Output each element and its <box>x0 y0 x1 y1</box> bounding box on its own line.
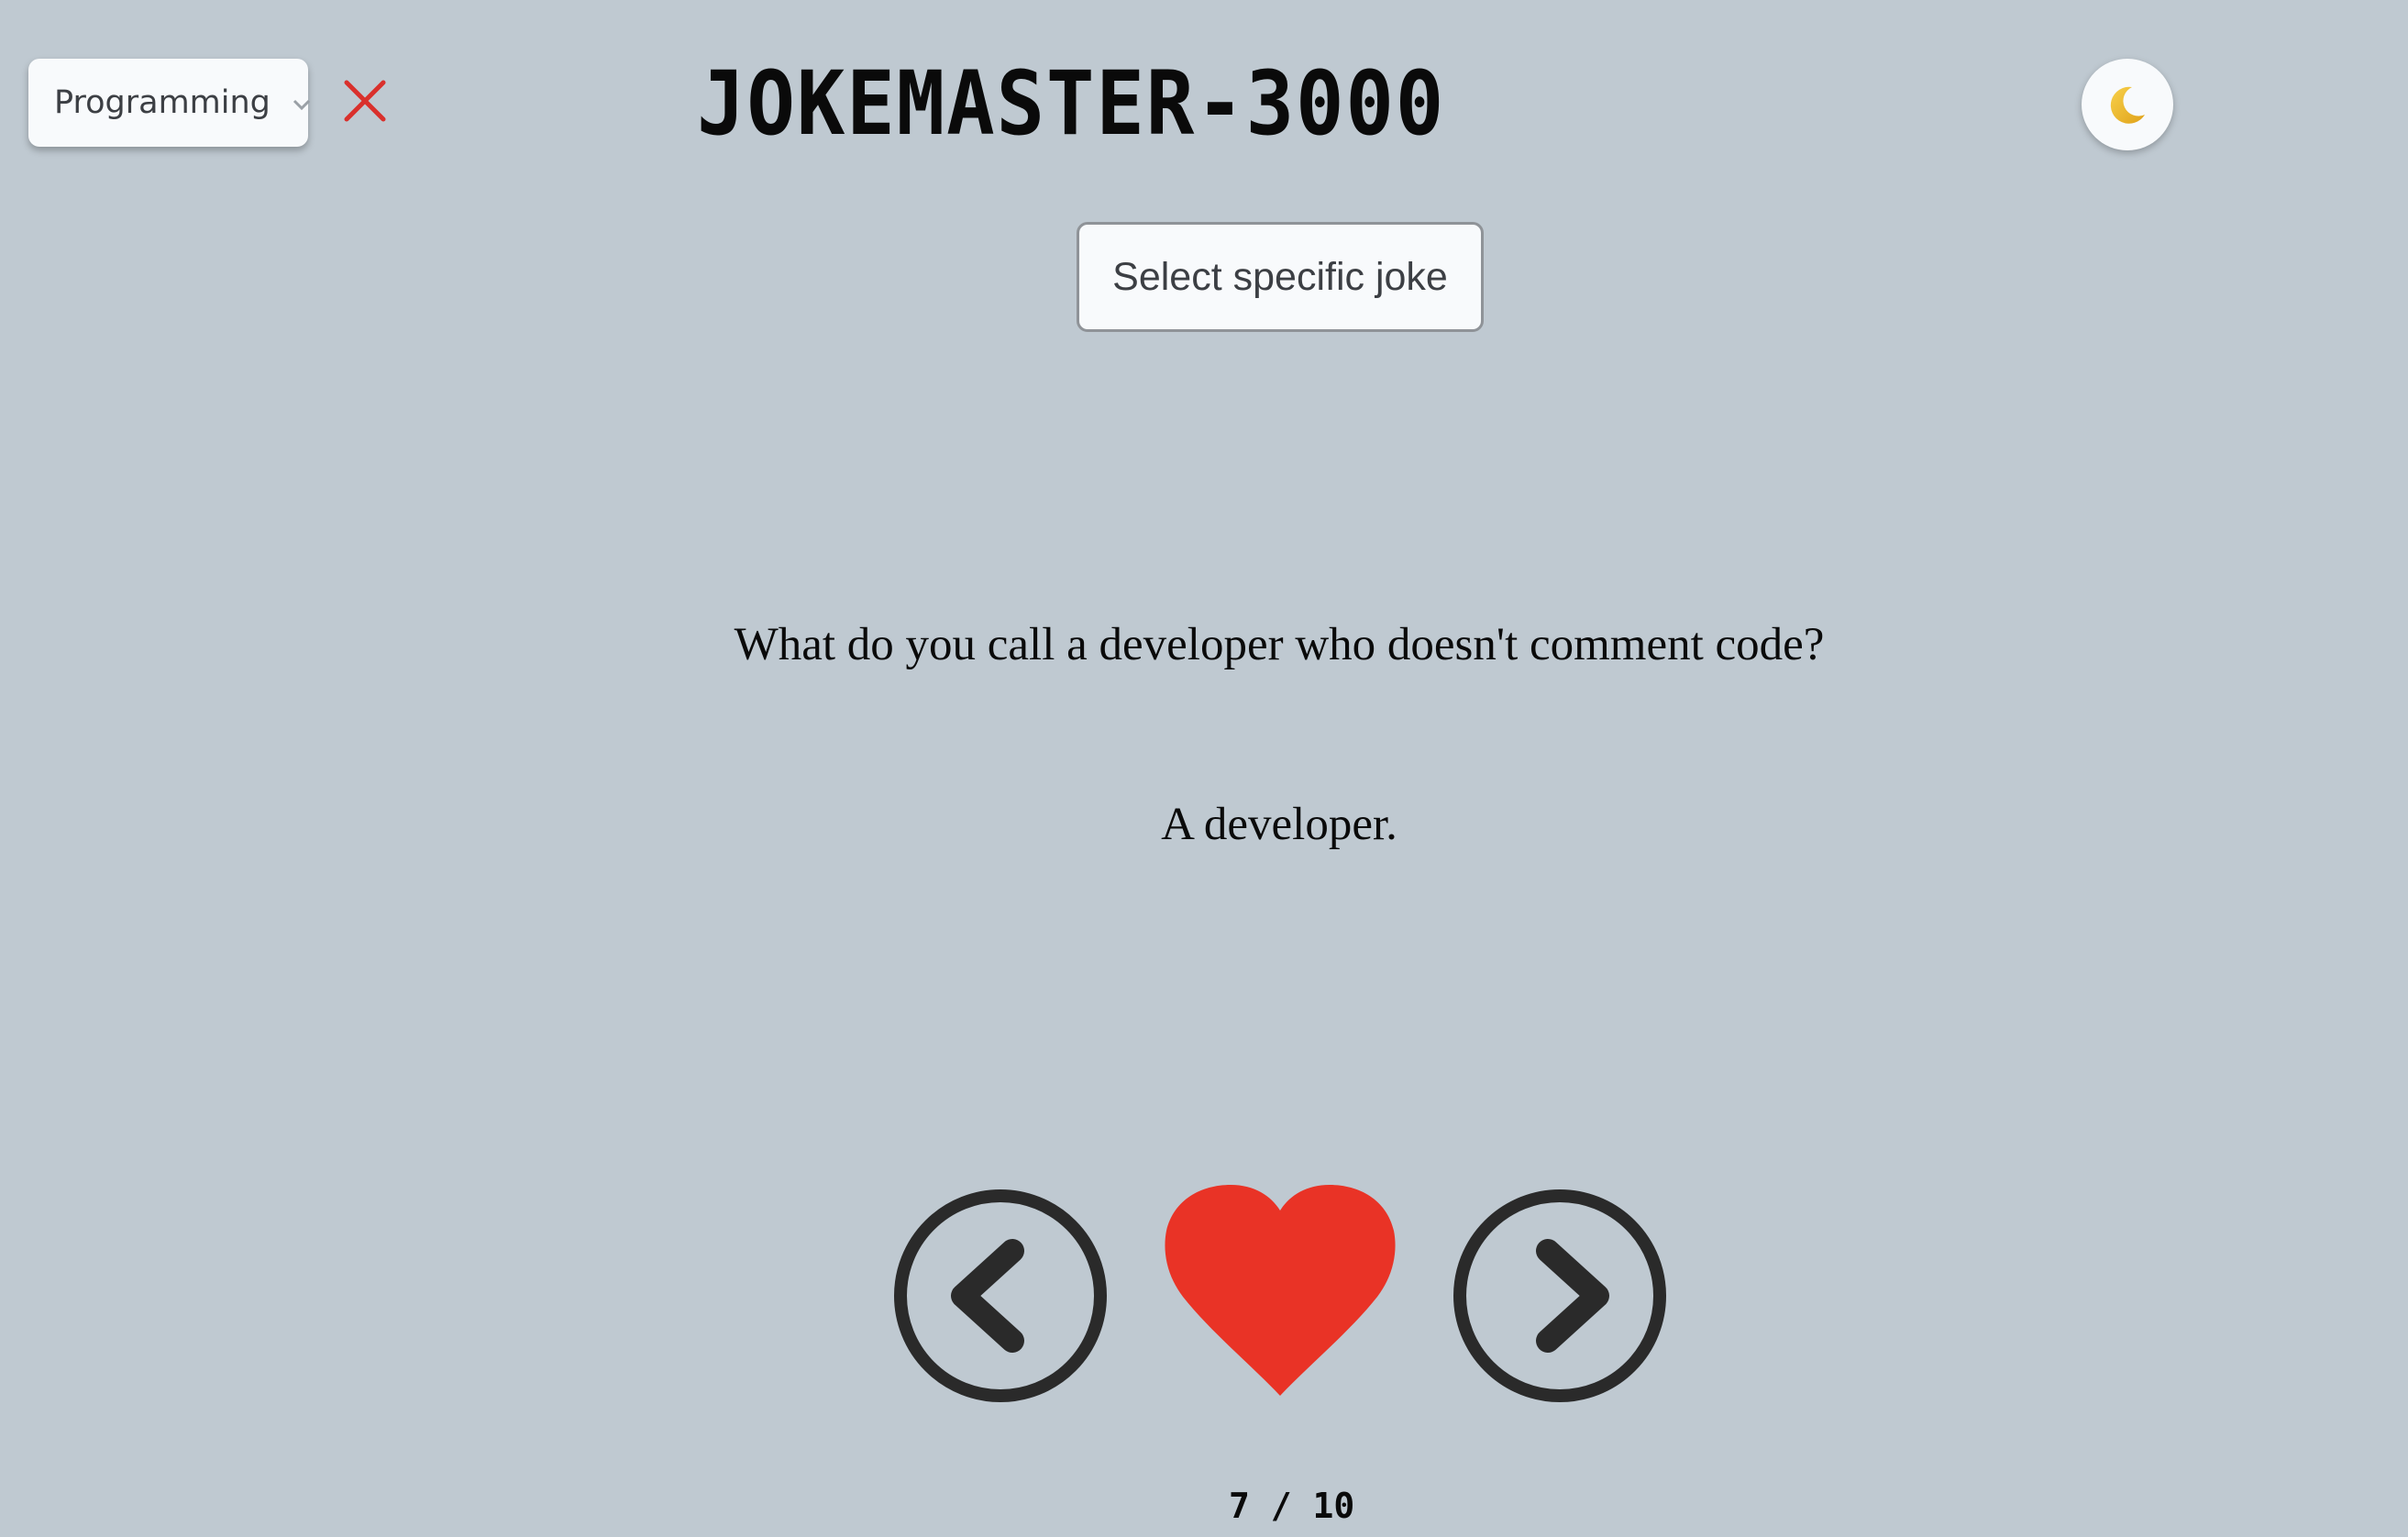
chevron-down-icon <box>293 99 311 111</box>
chevron-left-circle-icon <box>894 1189 1107 1402</box>
joke-punchline: A developer. <box>1161 799 1397 850</box>
page-title: JOKEMASTER-3000 <box>697 52 1446 155</box>
chevron-right-circle-icon <box>1453 1189 1666 1402</box>
theme-toggle-button[interactable] <box>2082 59 2173 150</box>
joke-setup: What do you call a developer who doesn't… <box>734 619 1825 670</box>
previous-joke-button[interactable] <box>893 1189 1108 1403</box>
moon-icon <box>2110 86 2145 124</box>
close-icon[interactable] <box>341 77 389 125</box>
select-specific-joke-button[interactable]: Select specific joke <box>1077 222 1484 332</box>
next-joke-button[interactable] <box>1453 1189 1667 1403</box>
category-select-value: Programming <box>54 84 271 121</box>
heart-icon <box>1165 1185 1396 1396</box>
joke-counter: 7 / 10 <box>1229 1486 1355 1526</box>
category-select[interactable]: Programming <box>28 59 311 147</box>
favorite-button[interactable] <box>1161 1183 1399 1399</box>
